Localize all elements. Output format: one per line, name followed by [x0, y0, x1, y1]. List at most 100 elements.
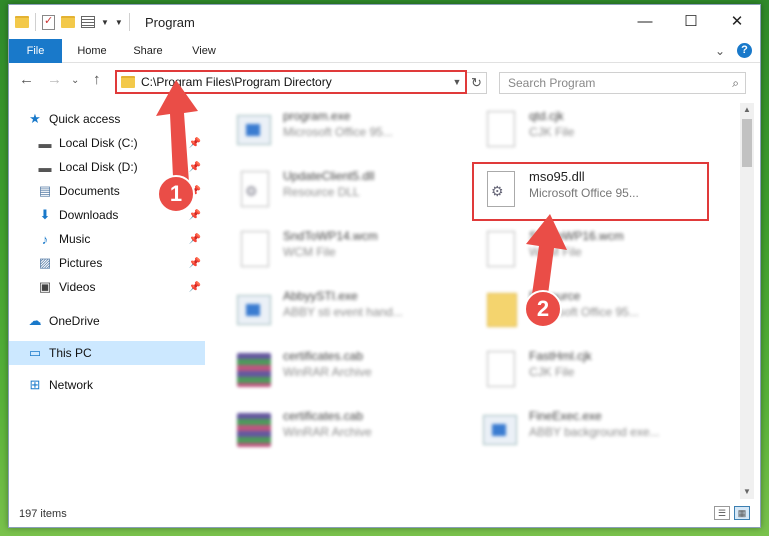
file-item[interactable]: certificates.cab WinRAR Archive — [237, 349, 477, 401]
drive-icon: ▬ — [38, 135, 52, 151]
large-icons-view-icon[interactable]: ▦ — [734, 506, 750, 520]
exe-icon — [237, 289, 273, 331]
sidebar-item-music[interactable]: ♪ Music 📌 — [37, 227, 205, 251]
document-icon — [237, 229, 273, 271]
scroll-down-icon[interactable]: ▼ — [740, 485, 754, 499]
search-placeholder: Search Program — [508, 76, 596, 90]
file-type: ABBY sti event hand... — [283, 305, 403, 319]
forward-button[interactable]: → — [47, 71, 62, 88]
step-badge-1: 1 — [157, 175, 195, 213]
file-item[interactable]: program.exe Microsoft Office 95... — [237, 109, 477, 161]
view-toggle: ☰ ▦ — [714, 506, 750, 520]
cloud-icon: ☁ — [28, 313, 42, 328]
window-controls: — ☐ ✕ — [622, 5, 760, 37]
file-item[interactable]: SndToWP14.wcm WCM File — [237, 229, 477, 281]
details-view-icon[interactable]: ☰ — [714, 506, 730, 520]
sidebar-item-label: Local Disk (D:) — [59, 160, 138, 174]
sidebar-item-label: Network — [49, 378, 94, 392]
sidebar-item-label: Music — [59, 232, 91, 246]
customize-toolbar-icon[interactable]: ▼ — [115, 18, 123, 27]
sidebar-item-onedrive[interactable]: ☁ OneDrive — [27, 309, 205, 333]
file-item[interactable]: FineExec.exe ABBY background exe... — [483, 409, 723, 461]
title-bar: ▼ ▼ Program — ☐ ✕ — [9, 5, 760, 39]
pin-icon: 📌 — [188, 233, 201, 245]
folder-icon — [15, 16, 29, 28]
window-title: Program — [145, 15, 195, 30]
sidebar-item-pictures[interactable]: ▨ Pictures 📌 — [37, 251, 205, 275]
file-item[interactable]: certificates.cab WinRAR Archive — [237, 409, 477, 461]
chevron-down-icon[interactable]: ▼ — [101, 18, 109, 27]
pin-icon: 📌 — [188, 257, 201, 269]
file-item[interactable]: FastHml.cjk CJK File — [483, 349, 723, 401]
tab-file[interactable]: File — [9, 39, 62, 63]
file-type: ABBY background exe... — [529, 425, 660, 439]
exe-icon — [237, 109, 273, 151]
vertical-scrollbar[interactable]: ▲ ▼ — [740, 103, 754, 499]
search-input[interactable]: Search Program ⌕ — [499, 72, 746, 94]
sidebar-item-label: Downloads — [59, 208, 119, 222]
view-options-icon[interactable] — [81, 16, 95, 28]
sidebar-item-network[interactable]: ⊞ Network — [27, 373, 205, 397]
sidebar-item-label: Quick access — [49, 112, 121, 126]
file-item[interactable]: AbbyySTI.exe ABBY sti event hand... — [237, 289, 477, 341]
back-button[interactable]: ← — [19, 71, 34, 88]
exe-icon — [483, 409, 519, 451]
file-name: certificates.cab — [283, 349, 364, 363]
file-name: certificates.cab — [283, 409, 364, 423]
file-item[interactable]: ⚙ UpdateClient5.dll Resource DLL — [237, 169, 477, 221]
archive-icon — [237, 409, 273, 451]
scroll-up-icon[interactable]: ▲ — [740, 103, 754, 117]
folder-icon — [121, 76, 135, 88]
search-icon[interactable]: ⌕ — [732, 73, 739, 93]
drive-icon: ▬ — [38, 159, 52, 175]
music-icon: ♪ — [41, 231, 49, 247]
file-name: program.exe — [283, 109, 351, 123]
videos-icon: ▣ — [38, 279, 52, 294]
file-type: WinRAR Archive — [283, 365, 372, 379]
file-type: CJK File — [529, 125, 575, 139]
maximize-button[interactable]: ☐ — [668, 5, 714, 37]
pin-icon: 📌 — [188, 281, 201, 293]
tab-view[interactable]: View — [179, 39, 229, 63]
tab-home[interactable]: Home — [67, 39, 117, 63]
file-name: qtd.cjk — [529, 109, 564, 123]
file-type: Microsoft Office 95... — [283, 125, 393, 139]
navigation-bar: ← → ⌄ ↑ C:\Program Files\Program Directo… — [9, 67, 760, 97]
new-folder-icon[interactable] — [61, 16, 75, 28]
sidebar-item-label: Documents — [59, 184, 120, 198]
file-type: Resource DLL — [283, 185, 360, 199]
file-name: UpdateClient5.dll — [283, 169, 375, 183]
sidebar-item-this-pc[interactable]: ▭ This PC — [9, 341, 205, 365]
file-name: SndToWP14.wcm — [283, 229, 378, 243]
expand-ribbon-icon[interactable]: ⌄ — [715, 44, 725, 58]
download-icon: ⬇ — [39, 207, 51, 222]
dll-icon: ⚙ — [237, 169, 273, 211]
refresh-button[interactable]: ↻ — [467, 72, 487, 94]
close-button[interactable]: ✕ — [714, 5, 760, 37]
minimize-button[interactable]: — — [622, 5, 668, 37]
sidebar-item-label: Videos — [59, 280, 96, 294]
chevron-down-icon[interactable]: ▼ — [449, 77, 465, 87]
sidebar-item-videos[interactable]: ▣ Videos 📌 — [37, 275, 205, 299]
toolbar-divider — [35, 13, 36, 31]
computer-icon: ▭ — [28, 345, 42, 360]
recent-locations-button[interactable]: ⌄ — [71, 75, 79, 86]
scroll-thumb[interactable] — [742, 119, 752, 167]
sidebar-item-label: This PC — [49, 346, 92, 360]
up-button[interactable]: ↑ — [93, 71, 101, 88]
file-type: CJK File — [529, 365, 575, 379]
file-item[interactable]: qtd.cjk CJK File — [483, 109, 723, 161]
file-name: FastHml.cjk — [529, 349, 592, 363]
tab-share[interactable]: Share — [123, 39, 173, 63]
file-type: WCM File — [283, 245, 336, 259]
sidebar-item-label: OneDrive — [49, 314, 100, 328]
help-icon[interactable]: ? — [737, 43, 752, 58]
pictures-icon: ▨ — [38, 255, 52, 270]
file-type: WinRAR Archive — [283, 425, 372, 439]
status-bar: 197 items ☰ ▦ — [9, 501, 760, 527]
documents-icon: ▤ — [38, 183, 52, 198]
toolbar-divider — [128, 13, 130, 31]
document-icon — [483, 109, 519, 151]
star-icon: ★ — [29, 111, 41, 126]
properties-icon[interactable] — [42, 14, 55, 30]
